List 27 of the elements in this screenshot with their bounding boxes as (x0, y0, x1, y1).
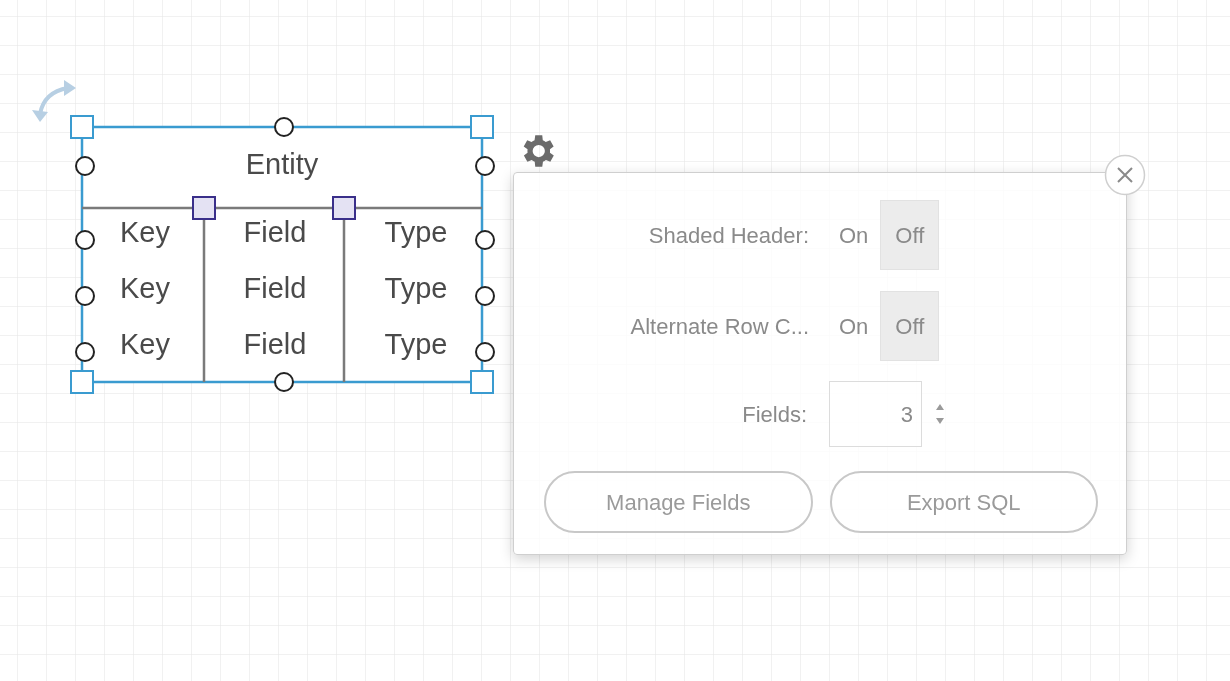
field-cell: Field (243, 328, 307, 360)
resize-handle[interactable] (470, 370, 494, 394)
type-cell: Type (384, 328, 448, 360)
column-handle[interactable] (192, 196, 216, 220)
toggle-option[interactable]: Off (880, 200, 940, 270)
fields-input[interactable]: 3 (829, 381, 922, 447)
key-cell: Key (120, 216, 170, 248)
toggle-option[interactable]: On (827, 291, 881, 361)
key-cell: Key (120, 328, 170, 360)
toggle-label: Shaded Header: (647, 221, 809, 250)
resize-handle[interactable] (70, 115, 94, 139)
toggle-label: Alternate Row C... (629, 312, 809, 341)
resize-handle[interactable] (70, 370, 94, 394)
column-handle[interactable] (332, 196, 356, 220)
close-icon[interactable] (1104, 154, 1146, 196)
manage-fields-button[interactable]: Manage Fields (544, 471, 813, 533)
fields-label: Fields: (741, 400, 808, 429)
field-cell: Field (243, 272, 307, 304)
type-cell: Type (384, 272, 448, 304)
export-sql-button[interactable]: Export SQL (829, 471, 1098, 533)
entity-title: Entity (245, 148, 319, 180)
key-cell: Key (120, 272, 170, 304)
type-cell: Type (384, 216, 448, 248)
toggle-option[interactable]: Off (880, 291, 940, 361)
resize-handle[interactable] (470, 115, 494, 139)
toggle-option[interactable]: On (827, 200, 881, 270)
field-cell: Field (243, 216, 307, 248)
